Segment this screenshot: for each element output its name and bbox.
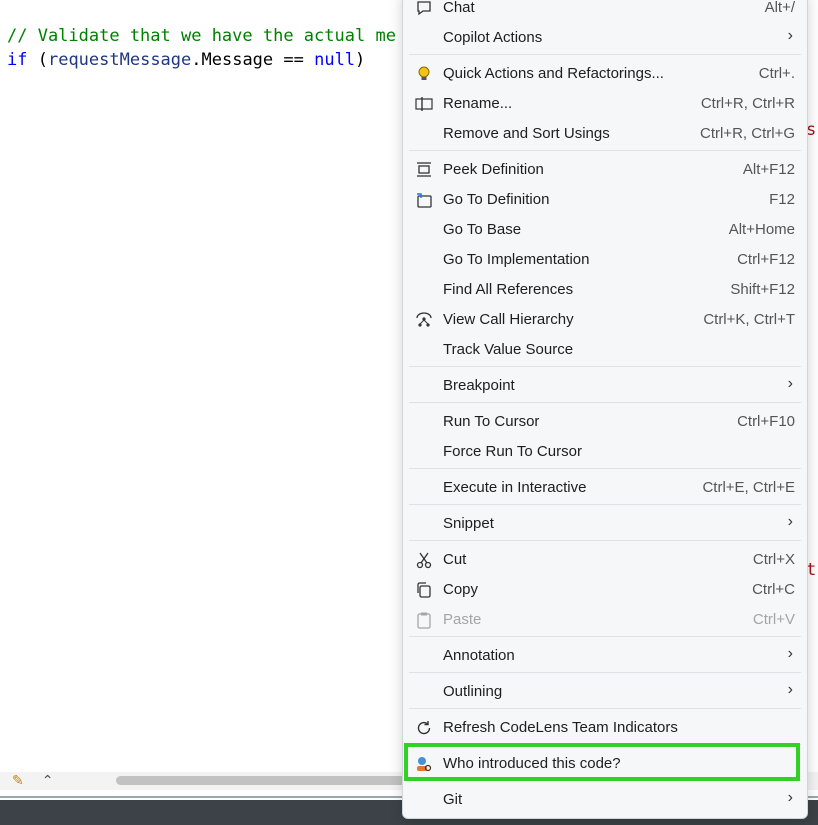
chevron-right-icon: › (787, 645, 793, 662)
peek-definition-icon (415, 161, 433, 179)
menu-separator (409, 150, 801, 151)
menu-item-paste[interactable]: Paste Ctrl+V (403, 605, 807, 635)
scrollbar-thumb[interactable] (116, 776, 416, 785)
menu-item-remove-sort-usings[interactable]: Remove and Sort Usings Ctrl+R, Ctrl+G (403, 119, 807, 149)
rename-icon (415, 95, 433, 113)
variable-request-message: requestMessage (47, 50, 192, 70)
menu-item-force-run-to-cursor[interactable]: Force Run To Cursor (403, 437, 807, 467)
copy-icon (415, 581, 433, 599)
menu-item-breakpoint[interactable]: Breakpoint › (403, 371, 807, 401)
menu-item-refresh-codelens[interactable]: Refresh CodeLens Team Indicators (403, 713, 807, 743)
menu-item-go-to-base[interactable]: Go To Base Alt+Home (403, 215, 807, 245)
chevron-up-icon[interactable]: ⌃ (42, 773, 54, 789)
menu-item-find-all-references[interactable]: Find All References Shift+F12 (403, 275, 807, 305)
menu-item-rename[interactable]: Rename... Ctrl+R, Ctrl+R (403, 89, 807, 119)
highlight-box (404, 743, 800, 781)
menu-separator (409, 504, 801, 505)
context-menu: Chat Alt+/ Copilot Actions › Quick Actio… (402, 0, 808, 819)
menu-item-copilot-actions[interactable]: Copilot Actions › (403, 23, 807, 53)
menu-item-cut[interactable]: Cut Ctrl+X (403, 545, 807, 575)
menu-item-quick-actions[interactable]: Quick Actions and Refactorings... Ctrl+. (403, 59, 807, 89)
menu-separator (409, 672, 801, 673)
menu-item-git[interactable]: Git › (403, 785, 807, 815)
menu-item-chat[interactable]: Chat Alt+/ (403, 0, 807, 23)
menu-item-snippet[interactable]: Snippet › (403, 509, 807, 539)
chevron-right-icon: › (787, 681, 793, 698)
refresh-icon (415, 719, 433, 737)
menu-separator (409, 708, 801, 709)
menu-item-go-to-definition[interactable]: Go To Definition F12 (403, 185, 807, 215)
lightbulb-icon (415, 65, 433, 83)
chevron-right-icon: › (787, 27, 793, 44)
menu-item-annotation[interactable]: Annotation › (403, 641, 807, 671)
menu-item-execute-in-interactive[interactable]: Execute in Interactive Ctrl+E, Ctrl+E (403, 473, 807, 503)
menu-item-view-call-hierarchy[interactable]: View Call Hierarchy Ctrl+K, Ctrl+T (403, 305, 807, 335)
menu-item-go-to-implementation[interactable]: Go To Implementation Ctrl+F12 (403, 245, 807, 275)
editor-bottom-bar: ✎ ⌃ (12, 772, 53, 790)
menu-item-copy[interactable]: Copy Ctrl+C (403, 575, 807, 605)
menu-separator (409, 540, 801, 541)
code-line-partial: · · · (7, 0, 385, 10)
menu-separator (409, 636, 801, 637)
chevron-right-icon: › (787, 375, 793, 392)
menu-separator (409, 402, 801, 403)
menu-separator (409, 54, 801, 55)
scissors-icon (415, 551, 433, 569)
chevron-right-icon: › (787, 513, 793, 530)
menu-separator (409, 366, 801, 367)
code-comment-line: // Validate that we have the actual me (7, 26, 396, 46)
chevron-right-icon: › (787, 789, 793, 806)
paste-icon (415, 611, 433, 629)
cleanup-brush-icon[interactable]: ✎ (12, 773, 24, 789)
menu-item-peek-definition[interactable]: Peek Definition Alt+F12 (403, 155, 807, 185)
menu-item-track-value-source[interactable]: Track Value Source (403, 335, 807, 365)
keyword-if: if (7, 50, 28, 70)
menu-item-run-to-cursor[interactable]: Run To Cursor Ctrl+F10 (403, 407, 807, 437)
menu-separator (409, 468, 801, 469)
go-to-definition-icon (415, 191, 433, 209)
call-hierarchy-icon (415, 311, 433, 329)
chat-icon (415, 0, 433, 17)
code-if-line: if (requestMessage.Message == null) (7, 50, 366, 70)
keyword-null: null (314, 50, 356, 70)
menu-item-outlining[interactable]: Outlining › (403, 677, 807, 707)
